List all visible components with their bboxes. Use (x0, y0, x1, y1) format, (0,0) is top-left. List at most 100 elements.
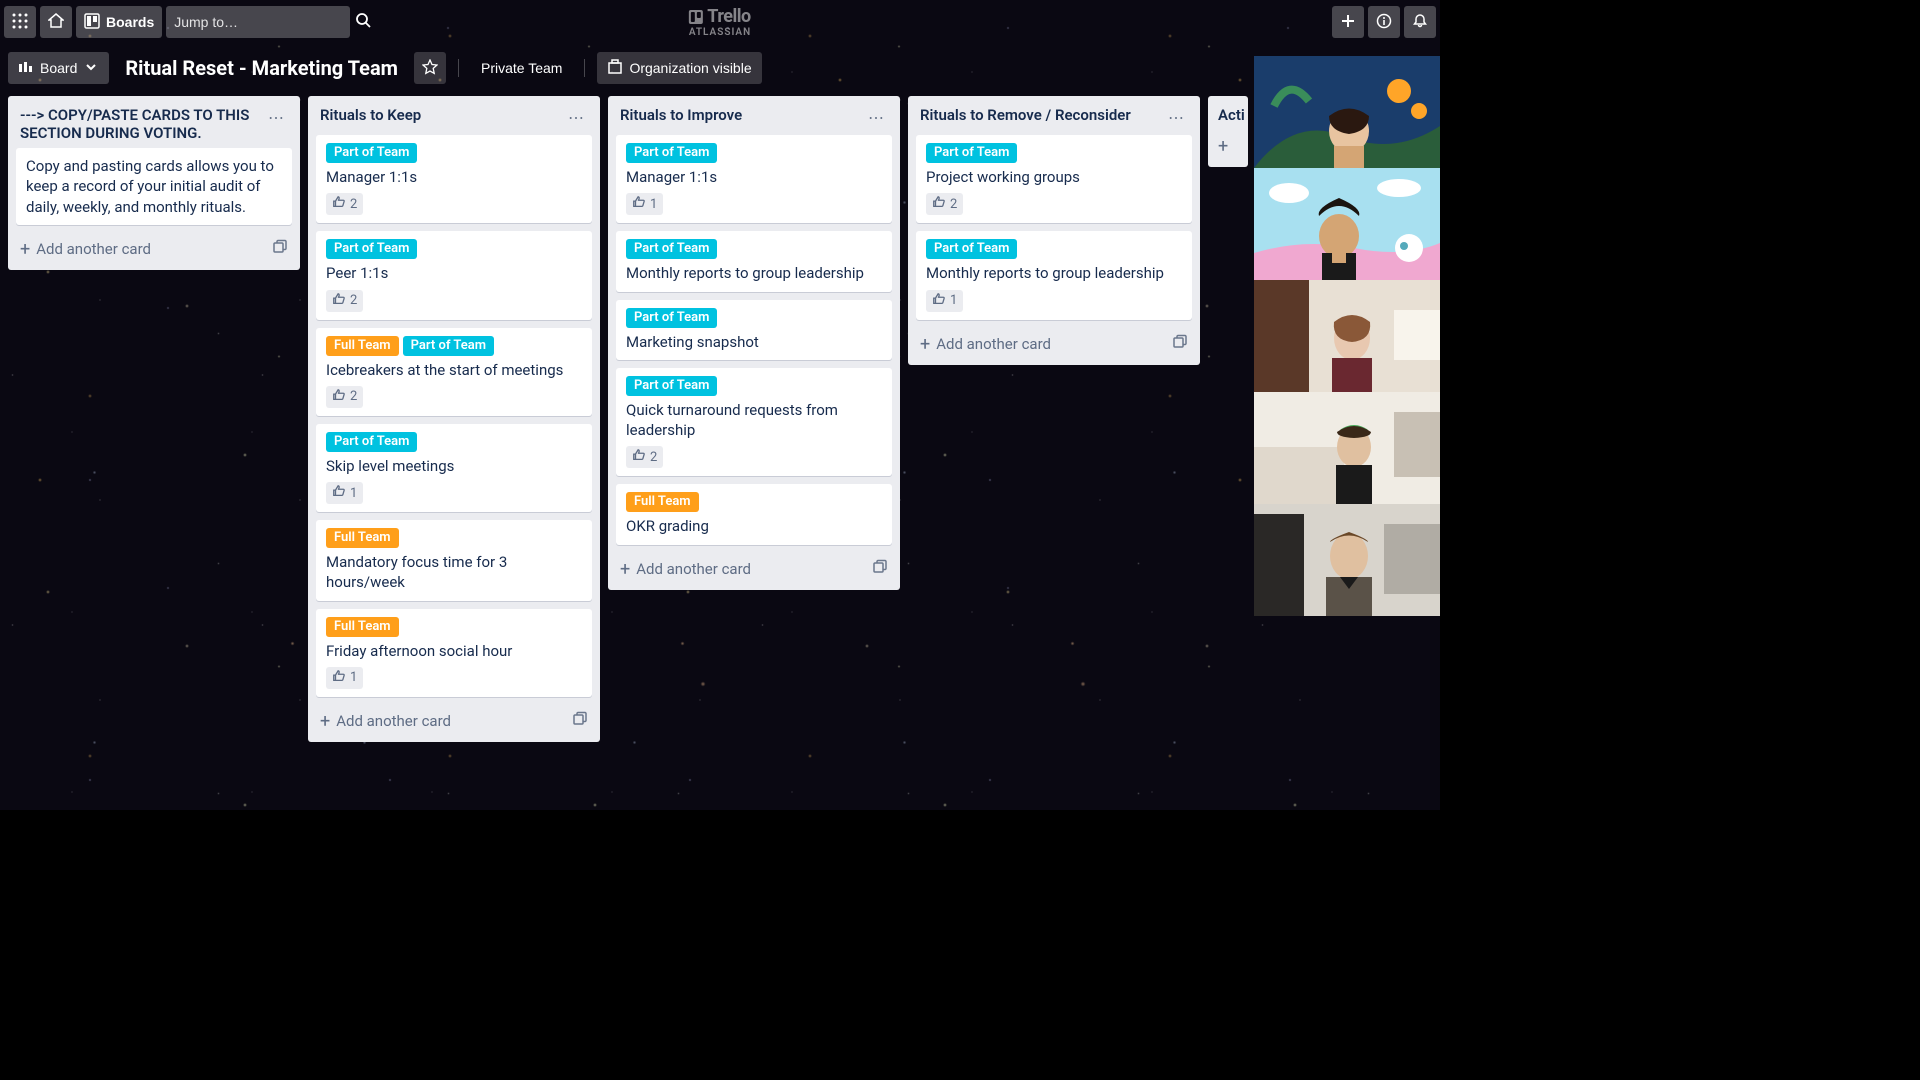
template-icon[interactable] (572, 711, 588, 731)
card-label[interactable]: Full Team (326, 336, 399, 356)
vote-badge[interactable]: 1 (326, 667, 363, 689)
card-label[interactable]: Part of Team (626, 239, 717, 259)
list-title[interactable]: Rituals to Keep (320, 106, 564, 124)
video-participant[interactable] (1254, 56, 1440, 168)
card[interactable]: Full Team OKR grading (616, 484, 892, 544)
star-icon (422, 59, 438, 78)
video-participant[interactable] (1254, 168, 1440, 280)
list-title[interactable]: Rituals to Remove / Reconsider (920, 106, 1164, 124)
vote-badge[interactable]: 1 (926, 290, 963, 312)
thumbs-up-icon (932, 292, 946, 310)
add-card-label: Add another card (336, 712, 451, 730)
vote-badge[interactable]: 2 (926, 193, 963, 215)
card-label[interactable]: Part of Team (626, 143, 717, 163)
vote-count: 2 (350, 293, 357, 308)
video-call-panel (1254, 56, 1440, 616)
create-button[interactable] (1332, 6, 1364, 38)
home-button[interactable] (40, 6, 72, 38)
vote-badge[interactable]: 2 (326, 386, 363, 408)
boardbar: Board Ritual Reset - Marketing Team Priv… (0, 44, 1440, 92)
card[interactable]: Copy and pasting cards allows you to kee… (16, 148, 292, 225)
card[interactable]: Full TeamFriday afternoon social hour1 (316, 609, 592, 697)
list-title[interactable]: Rituals to Improve (620, 106, 864, 124)
card-label[interactable]: Part of Team (326, 143, 417, 163)
list-menu-button[interactable]: ⋯ (564, 106, 588, 129)
card[interactable]: Part of TeamSkip level meetings1 (316, 424, 592, 512)
boards-label: Boards (106, 14, 154, 30)
card-label[interactable]: Part of Team (326, 239, 417, 259)
card-text: OKR grading (626, 516, 882, 536)
list-menu-button[interactable]: ⋯ (1164, 106, 1188, 129)
card-text: Mandatory focus time for 3 hours/week (326, 552, 582, 593)
list-menu-button[interactable]: ⋯ (264, 106, 288, 129)
card[interactable]: Part of TeamProject working groups2 (916, 135, 1192, 223)
apps-menu-button[interactable] (4, 6, 36, 38)
star-button[interactable] (414, 52, 446, 84)
org-visibility[interactable]: Organization visible (597, 52, 761, 84)
search-box[interactable] (166, 6, 350, 38)
board-area: ---> COPY/PASTE CARDS TO THIS SECTION DU… (0, 92, 1440, 810)
notifications-button[interactable] (1404, 6, 1436, 38)
card[interactable]: Part of TeamMarketing snapshot (616, 300, 892, 360)
add-card-button[interactable]: +Add another card (616, 553, 892, 582)
video-participant[interactable] (1254, 392, 1440, 504)
card[interactable]: Part of TeamManager 1:1s2 (316, 135, 592, 223)
thumbs-up-icon (332, 195, 346, 213)
list: ---> COPY/PASTE CARDS TO THIS SECTION DU… (8, 96, 300, 270)
vote-badge[interactable]: 2 (326, 290, 363, 312)
info-button[interactable] (1368, 6, 1400, 38)
boards-button[interactable]: Boards (76, 6, 162, 38)
vote-count: 2 (650, 450, 657, 465)
template-icon[interactable] (872, 559, 888, 579)
card[interactable]: Full Team Mandatory focus time for 3 hour… (316, 520, 592, 601)
card-text: Peer 1:1s (326, 263, 582, 283)
list-menu-button[interactable]: ⋯ (864, 106, 888, 129)
team-visibility[interactable]: Private Team (471, 52, 572, 84)
card-label[interactable]: Part of Team (926, 143, 1017, 163)
bell-icon (1412, 13, 1428, 32)
template-icon[interactable] (272, 239, 288, 259)
card-label[interactable]: Full Team (326, 528, 399, 548)
video-participant[interactable] (1254, 280, 1440, 392)
card-label[interactable]: Part of Team (626, 308, 717, 328)
apps-icon (12, 13, 28, 32)
vote-count: 1 (350, 670, 357, 685)
vote-badge[interactable]: 2 (326, 193, 363, 215)
card-label[interactable]: Part of Team (403, 336, 494, 356)
video-participant[interactable] (1254, 504, 1440, 616)
vote-badge[interactable]: 2 (626, 446, 663, 468)
card[interactable]: Part of Team Quick turnaround requests fr… (616, 368, 892, 477)
card-label[interactable]: Full Team (626, 492, 699, 512)
card-label[interactable]: Part of Team (626, 376, 717, 396)
add-card-button[interactable]: +Add another card (316, 705, 592, 734)
add-card-button[interactable]: +Add another card (916, 328, 1192, 357)
card-text: Copy and pasting cards allows you to kee… (26, 156, 282, 217)
card-label[interactable]: Full Team (326, 617, 399, 637)
card-text: Manager 1:1s (626, 167, 882, 187)
card-label[interactable]: Part of Team (326, 432, 417, 452)
card[interactable]: Part of TeamMonthly reports to group lea… (616, 231, 892, 291)
template-icon[interactable] (1172, 334, 1188, 354)
board-title[interactable]: Ritual Reset - Marketing Team (117, 56, 406, 80)
list-title[interactable]: ---> COPY/PASTE CARDS TO THIS SECTION DU… (20, 106, 264, 142)
search-input[interactable] (174, 14, 355, 30)
card[interactable]: Full TeamPart of TeamIcebreakers at the … (316, 328, 592, 416)
board-view-switcher[interactable]: Board (8, 52, 109, 84)
list-title[interactable]: Acti (1218, 106, 1245, 124)
list: Rituals to Improve⋯ Part of Team Manager 1… (608, 96, 900, 590)
board-icon (84, 13, 100, 32)
vote-count: 2 (350, 197, 357, 212)
vote-badge[interactable]: 1 (626, 193, 663, 215)
card[interactable]: Part of Team Peer 1:1s 2 (316, 231, 592, 319)
add-card-button[interactable]: +Add another card (16, 233, 292, 262)
org-visibility-label: Organization visible (629, 60, 751, 76)
divider (584, 59, 585, 77)
card-text: Quick turnaround requests from leadershi… (626, 400, 882, 441)
vote-badge[interactable]: 1 (326, 482, 363, 504)
add-card-button[interactable]: + (1214, 130, 1242, 159)
thumbs-up-icon (632, 195, 646, 213)
thumbs-up-icon (332, 388, 346, 406)
card[interactable]: Part of Team Manager 1:1s 1 (616, 135, 892, 223)
card-label[interactable]: Part of Team (926, 239, 1017, 259)
card[interactable]: Part of TeamMonthly reports to group lea… (916, 231, 1192, 319)
